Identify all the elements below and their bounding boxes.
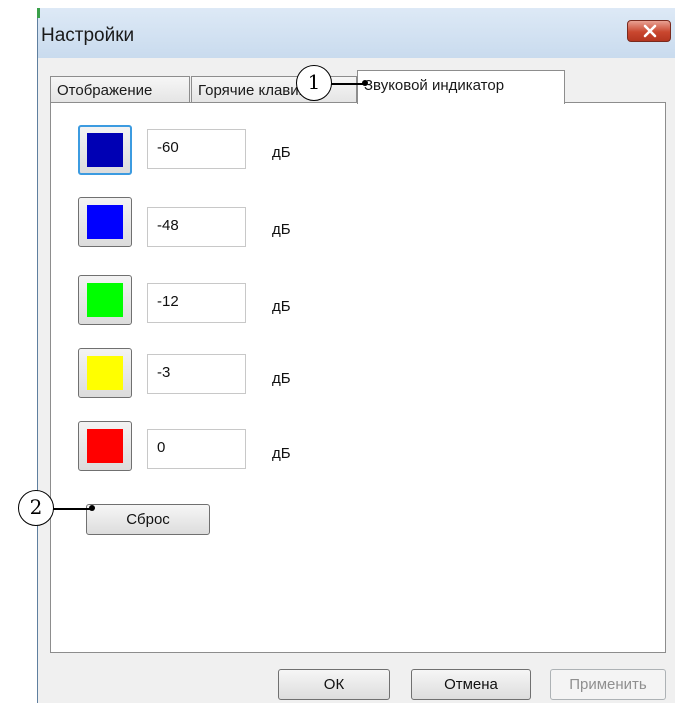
callout-marker-2: 2 <box>18 490 54 526</box>
color-button-level-5[interactable] <box>78 421 132 471</box>
settings-window: Настройки Отображение Горячие клавиши Зв… <box>37 8 675 703</box>
tab-audio-indicator[interactable]: Звуковой индикатор <box>357 70 565 104</box>
level-1-input[interactable]: -60 <box>147 129 246 169</box>
cancel-button[interactable]: Отмена <box>411 669 531 700</box>
level-2-unit: дБ <box>272 221 291 238</box>
level-1-unit: дБ <box>272 144 291 161</box>
apply-button[interactable]: Применить <box>550 669 666 700</box>
color-swatch <box>87 356 123 390</box>
window-title: Настройки <box>41 25 135 46</box>
tab-hotkeys[interactable]: Горячие клавиши <box>191 76 357 105</box>
callout-dot-2 <box>89 505 95 511</box>
level-5-input[interactable]: 0 <box>147 429 246 469</box>
dialog-client-area: Отображение Горячие клавиши Звуковой инд… <box>38 58 675 703</box>
reset-button[interactable]: Сброс <box>86 504 210 535</box>
audio-indicator-panel: -60 дБ -48 дБ -12 дБ -3 дБ 0 дБ Сброс <box>50 102 666 653</box>
callout-leader-1 <box>331 83 365 85</box>
callout-dot-1 <box>362 80 368 86</box>
tab-display-label: Отображение <box>57 82 153 99</box>
callout-marker-1: 1 <box>296 65 332 101</box>
close-icon <box>643 24 657 38</box>
level-4-input[interactable]: -3 <box>147 354 246 394</box>
color-button-level-2[interactable] <box>78 197 132 247</box>
close-button[interactable] <box>627 20 671 42</box>
color-swatch <box>87 429 123 463</box>
level-2-input[interactable]: -48 <box>147 207 246 247</box>
title-bar[interactable]: Настройки <box>38 8 675 58</box>
level-4-unit: дБ <box>272 370 291 387</box>
window-edge-accent <box>37 8 40 18</box>
color-button-level-3[interactable] <box>78 275 132 325</box>
tab-audio-indicator-label: Звуковой индикатор <box>364 77 505 94</box>
color-swatch <box>87 133 123 167</box>
level-5-unit: дБ <box>272 445 291 462</box>
color-swatch <box>87 283 123 317</box>
level-3-unit: дБ <box>272 298 291 315</box>
color-button-level-4[interactable] <box>78 348 132 398</box>
color-button-level-1[interactable] <box>78 125 132 175</box>
callout-leader-2 <box>53 508 93 510</box>
ok-button[interactable]: ОК <box>278 669 390 700</box>
level-3-input[interactable]: -12 <box>147 283 246 323</box>
color-swatch <box>87 205 123 239</box>
tab-display[interactable]: Отображение <box>50 76 190 105</box>
